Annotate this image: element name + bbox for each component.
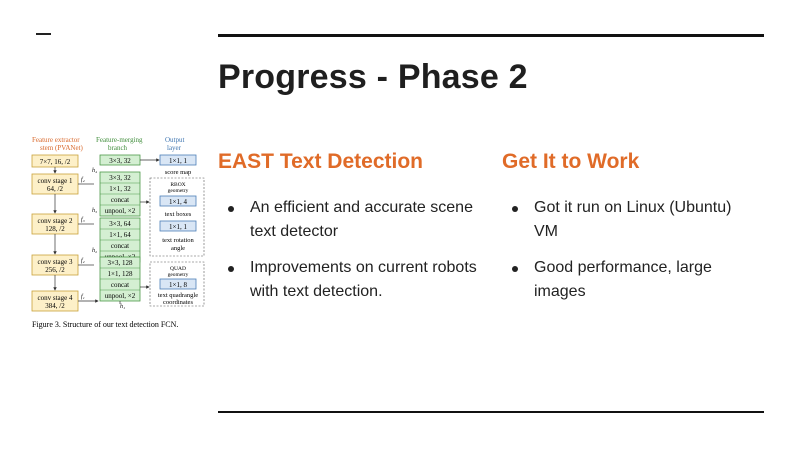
h1-label: h₁ <box>120 304 125 310</box>
output-header-2: layer <box>167 144 182 152</box>
conv-stage-2-value: 128, /2 <box>45 225 65 233</box>
svg-text:geometry: geometry <box>168 188 189 194</box>
conv-stage-4-label: conv stage 4 <box>38 294 73 302</box>
svg-text:text rotation: text rotation <box>162 237 194 244</box>
f2-label: f₂ <box>81 257 85 264</box>
conv-stage-4-value: 384, /2 <box>45 302 65 310</box>
conv-stage-3-value: 256, /2 <box>45 266 65 274</box>
slide-title: Progress - Phase 2 <box>218 58 528 96</box>
merging-header-2: branch <box>108 144 128 152</box>
merge-group-1: 3×3, 32 1×1, 32 concat unpool, ×2 <box>99 171 141 217</box>
svg-text:1×1, 128: 1×1, 128 <box>108 270 133 278</box>
get-it-to-work-heading: Get It to Work <box>502 150 640 173</box>
bullet-dot-icon <box>512 206 518 212</box>
svg-text:1×1, 4: 1×1, 4 <box>169 198 187 206</box>
f4-label: f₄ <box>81 176 85 183</box>
figure-caption: Figure 3. Structure of our text detectio… <box>32 320 178 329</box>
svg-text:angle: angle <box>171 245 185 252</box>
score-map-label: score map <box>165 169 192 176</box>
top-rule <box>218 34 764 37</box>
extractor-header-2: stem (PVANet) <box>40 144 84 152</box>
svg-text:text boxes: text boxes <box>165 211 192 218</box>
merge-group-3: 3×3, 128 1×1, 128 concat unpool, ×2 <box>99 256 141 302</box>
svg-text:concat: concat <box>111 281 129 289</box>
conv-stage-2-label: conv stage 2 <box>38 217 73 225</box>
east-bullet-list: An efficient and accurate scene text det… <box>218 196 480 316</box>
list-item: An efficient and accurate scene text det… <box>218 196 480 244</box>
svg-text:1×1, 32: 1×1, 32 <box>109 185 131 193</box>
svg-text:concat: concat <box>111 242 129 250</box>
merge-group-2: 3×3, 64 1×1, 64 concat unpool, ×2 <box>99 217 141 263</box>
bottom-rule <box>218 411 764 413</box>
slide: Progress - Phase 2 Feature extractor ste… <box>0 0 800 449</box>
bullet-text: An efficient and accurate scene text det… <box>250 199 473 240</box>
svg-text:1×1, 8: 1×1, 8 <box>169 281 187 289</box>
svg-text:3×3, 32: 3×3, 32 <box>109 174 131 182</box>
east-heading: EAST Text Detection <box>218 150 423 173</box>
output-header-1: Output <box>165 136 185 144</box>
h4-label: h₄ <box>92 168 97 174</box>
svg-text:text quadrangle: text quadrangle <box>158 292 198 299</box>
list-item: Improvements on current robots with text… <box>218 256 480 304</box>
list-item: Got it run on Linux (Ubuntu) VM <box>502 196 752 244</box>
conv-stage-1-value: 64, /2 <box>47 185 63 193</box>
merge-top-label: 3×3, 32 <box>109 157 131 165</box>
bullet-text: Good performance, large images <box>534 259 712 300</box>
svg-text:unpool, ×2: unpool, ×2 <box>105 292 136 300</box>
svg-text:concat: concat <box>111 196 129 204</box>
architecture-figure: Feature extractor stem (PVANet) Feature-… <box>28 132 206 332</box>
svg-text:coordinates: coordinates <box>163 299 193 306</box>
h3-label: h₃ <box>92 208 97 214</box>
bullet-dot-icon <box>512 266 518 272</box>
decorative-dash <box>36 33 51 35</box>
bullet-dot-icon <box>228 206 234 212</box>
conv-stage-1-label: conv stage 1 <box>38 177 73 185</box>
figure-diagram: Feature extractor stem (PVANet) Feature-… <box>31 136 205 329</box>
bullet-text: Improvements on current robots with text… <box>250 259 477 300</box>
work-bullet-list: Got it run on Linux (Ubuntu) VM Good per… <box>502 196 752 316</box>
stem-label: 7×7, 16, /2 <box>40 158 71 166</box>
bullet-dot-icon <box>228 266 234 272</box>
svg-text:unpool, ×2: unpool, ×2 <box>105 207 136 215</box>
svg-text:1×1, 64: 1×1, 64 <box>109 231 131 239</box>
svg-text:geometry: geometry <box>168 272 189 278</box>
f3-label: f₃ <box>81 216 85 223</box>
list-item: Good performance, large images <box>502 256 752 304</box>
svg-text:3×3, 128: 3×3, 128 <box>108 259 133 267</box>
extractor-header-1: Feature extractor <box>32 136 80 144</box>
svg-text:1×1, 1: 1×1, 1 <box>169 223 187 231</box>
h2-label: h₂ <box>92 248 97 254</box>
conv-stage-3-label: conv stage 3 <box>38 258 73 266</box>
f1-label: f₁ <box>81 293 85 300</box>
bullet-text: Got it run on Linux (Ubuntu) VM <box>534 199 732 240</box>
merging-header-1: Feature-merging <box>96 136 143 144</box>
score-box-label: 1×1, 1 <box>169 157 187 165</box>
svg-text:3×3, 64: 3×3, 64 <box>109 220 131 228</box>
